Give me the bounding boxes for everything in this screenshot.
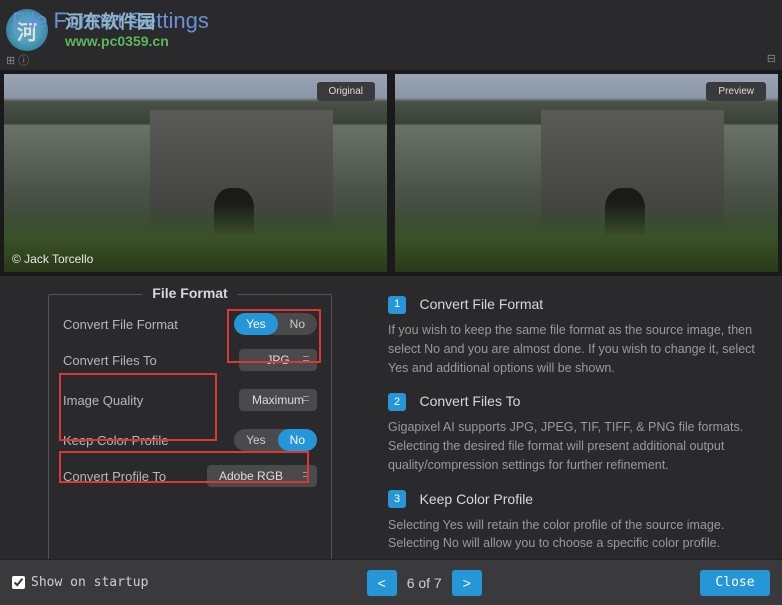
info-badge-2: 2 [388,393,406,411]
toolbar-strip: ⊞ ⓘ ⊟ [0,52,782,70]
file-format-panel: File Format Convert File Format Yes No C… [48,294,332,567]
info-section: 1 Convert File Format If you wish to kee… [388,294,774,567]
watermark-text: 河东软件园 [65,8,155,34]
preview-compare-area: Original © Jack Torcello Preview [0,70,782,276]
info-item-3: 3 Keep Color Profile Selecting Yes will … [388,489,768,554]
info-desc-2: Gigapixel AI supports JPG, JPEG, TIF, TI… [388,418,768,474]
convert-file-format-label: Convert File Format [63,317,178,332]
image-credit: © Jack Torcello [12,252,93,266]
toolbar-right-icon: ⊟ [767,52,776,70]
row-convert-files-to: Convert Files To JPG [63,347,317,373]
keep-color-profile-label: Keep Color Profile [63,433,169,448]
show-on-startup-checkbox[interactable]: Show on startup [12,575,148,590]
convert-profile-to-select[interactable]: Adobe RGB [207,465,317,487]
show-on-startup-input[interactable] [12,576,25,589]
info-badge-1: 1 [388,296,406,314]
convert-file-format-toggle[interactable]: Yes No [234,313,317,335]
preview-image-box: Preview [395,74,778,272]
image-quality-label: Image Quality [63,393,143,408]
next-button[interactable]: > [452,570,482,596]
panel-title: File Format [142,285,237,301]
image-quality-select[interactable]: Maximum [239,389,317,411]
toggle-no[interactable]: No [278,429,317,451]
info-item-1: 1 Convert File Format If you wish to kee… [388,294,768,377]
dialog-footer: Show on startup < 6 of 7 > Close [0,559,782,605]
info-item-2: 2 Convert Files To Gigapixel AI supports… [388,391,768,474]
preview-badge: Preview [706,82,766,101]
row-keep-color-profile: Keep Color Profile Yes No [63,427,317,453]
pagination-text: 6 of 7 [407,575,442,591]
info-desc-3: Selecting Yes will retain the color prof… [388,516,768,554]
row-image-quality: Image Quality Maximum [63,387,317,413]
toggle-no[interactable]: No [278,313,317,335]
watermark-url: www.pc0359.cn [65,33,169,49]
pagination-area: < 6 of 7 > [367,570,482,596]
original-badge: Original [317,82,375,101]
toolbar-left-icon: ⊞ ⓘ [6,52,29,70]
dialog-header: 河 File Format Settings 河东软件园 www.pc0359.… [0,0,782,52]
keep-color-profile-toggle[interactable]: Yes No [234,429,317,451]
toggle-yes[interactable]: Yes [234,313,278,335]
show-on-startup-label: Show on startup [31,575,148,590]
close-button[interactable]: Close [700,570,770,596]
row-convert-profile-to: Convert Profile To Adobe RGB [63,463,317,489]
prev-button[interactable]: < [367,570,397,596]
original-image-box: Original © Jack Torcello [4,74,387,272]
info-title-3: Keep Color Profile [419,491,533,507]
info-title-1: Convert File Format [419,296,543,312]
convert-profile-to-label: Convert Profile To [63,469,166,484]
convert-files-to-label: Convert Files To [63,353,157,368]
toggle-yes[interactable]: Yes [234,429,278,451]
row-convert-file-format: Convert File Format Yes No [63,311,317,337]
convert-files-to-select[interactable]: JPG [239,349,317,371]
info-desc-1: If you wish to keep the same file format… [388,321,768,377]
info-title-2: Convert Files To [419,393,520,409]
info-badge-3: 3 [388,490,406,508]
main-content: File Format Convert File Format Yes No C… [0,276,782,575]
